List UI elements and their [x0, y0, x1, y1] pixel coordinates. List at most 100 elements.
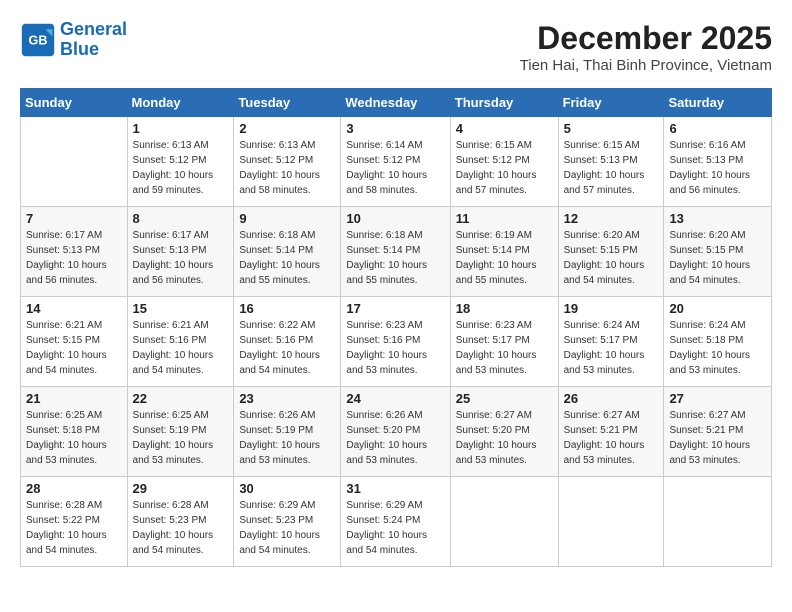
calendar-cell: 2 Sunrise: 6:13 AM Sunset: 5:12 PM Daylig… [234, 117, 341, 207]
day-info: Sunrise: 6:15 AM Sunset: 5:12 PM Dayligh… [456, 138, 553, 198]
weekday-header-saturday: Saturday [664, 89, 772, 117]
day-info: Sunrise: 6:18 AM Sunset: 5:14 PM Dayligh… [346, 228, 444, 288]
day-info: Sunrise: 6:27 AM Sunset: 5:21 PM Dayligh… [564, 408, 659, 468]
day-info: Sunrise: 6:17 AM Sunset: 5:13 PM Dayligh… [133, 228, 229, 288]
day-number: 9 [239, 211, 335, 226]
day-number: 12 [564, 211, 659, 226]
day-number: 4 [456, 121, 553, 136]
calendar-cell: 26 Sunrise: 6:27 AM Sunset: 5:21 PM Dayli… [558, 387, 664, 477]
calendar-table: SundayMondayTuesdayWednesdayThursdayFrid… [20, 88, 772, 567]
calendar-cell: 17 Sunrise: 6:23 AM Sunset: 5:16 PM Dayli… [341, 297, 450, 387]
logo-text: General Blue [60, 20, 127, 60]
calendar-cell: 25 Sunrise: 6:27 AM Sunset: 5:20 PM Dayli… [450, 387, 558, 477]
day-info: Sunrise: 6:29 AM Sunset: 5:23 PM Dayligh… [239, 498, 335, 558]
calendar-cell [21, 117, 128, 207]
calendar-cell: 9Sunrise: 6:18 AM Sunset: 5:14 PM Daylig… [234, 207, 341, 297]
weekday-header-thursday: Thursday [450, 89, 558, 117]
day-number: 13 [669, 211, 766, 226]
day-number: 10 [346, 211, 444, 226]
calendar-cell: 20Sunrise: 6:24 AM Sunset: 5:18 PM Dayli… [664, 297, 772, 387]
calendar-cell: 5Sunrise: 6:15 AM Sunset: 5:13 PM Daylig… [558, 117, 664, 207]
calendar-cell: 28Sunrise: 6:28 AM Sunset: 5:22 PM Dayli… [21, 477, 128, 567]
calendar-cell: 21 Sunrise: 6:25 AM Sunset: 5:18 PM Dayli… [21, 387, 128, 477]
day-info: Sunrise: 6:19 AM Sunset: 5:14 PM Dayligh… [456, 228, 553, 288]
day-info: Sunrise: 6:25 AM Sunset: 5:18 PM Dayligh… [26, 408, 122, 468]
calendar-cell: 7 Sunrise: 6:17 AM Sunset: 5:13 PM Daylig… [21, 207, 128, 297]
day-number: 22 [133, 391, 229, 406]
calendar-cell: 12 Sunrise: 6:20 AM Sunset: 5:15 PM Dayli… [558, 207, 664, 297]
day-number: 8 [133, 211, 229, 226]
calendar-cell: 31 Sunrise: 6:29 AM Sunset: 5:24 PM Dayli… [341, 477, 450, 567]
day-info: Sunrise: 6:21 AM Sunset: 5:15 PM Dayligh… [26, 318, 122, 378]
day-number: 6 [669, 121, 766, 136]
day-info: Sunrise: 6:13 AM Sunset: 5:12 PM Dayligh… [239, 138, 335, 198]
day-info: Sunrise: 6:29 AM Sunset: 5:24 PM Dayligh… [346, 498, 444, 558]
day-number: 26 [564, 391, 659, 406]
day-number: 14 [26, 301, 122, 316]
day-number: 18 [456, 301, 553, 316]
day-info: Sunrise: 6:28 AM Sunset: 5:23 PM Dayligh… [133, 498, 229, 558]
calendar-cell: 24 Sunrise: 6:26 AM Sunset: 5:20 PM Dayli… [341, 387, 450, 477]
svg-text:GB: GB [29, 33, 48, 47]
title-block: December 2025 Tien Hai, Thai Binh Provin… [520, 20, 772, 74]
day-number: 7 [26, 211, 122, 226]
day-number: 29 [133, 481, 229, 496]
day-number: 5 [564, 121, 659, 136]
calendar-cell: 8 Sunrise: 6:17 AM Sunset: 5:13 PM Daylig… [127, 207, 234, 297]
day-number: 19 [564, 301, 659, 316]
logo: GB General Blue [20, 20, 127, 60]
day-number: 27 [669, 391, 766, 406]
day-info: Sunrise: 6:14 AM Sunset: 5:12 PM Dayligh… [346, 138, 444, 198]
calendar-cell: 1Sunrise: 6:13 AM Sunset: 5:12 PM Daylig… [127, 117, 234, 207]
weekday-header-tuesday: Tuesday [234, 89, 341, 117]
day-info: Sunrise: 6:16 AM Sunset: 5:13 PM Dayligh… [669, 138, 766, 198]
day-number: 15 [133, 301, 229, 316]
calendar-cell: 29 Sunrise: 6:28 AM Sunset: 5:23 PM Dayli… [127, 477, 234, 567]
day-info: Sunrise: 6:23 AM Sunset: 5:16 PM Dayligh… [346, 318, 444, 378]
day-info: Sunrise: 6:24 AM Sunset: 5:17 PM Dayligh… [564, 318, 659, 378]
calendar-cell: 14 Sunrise: 6:21 AM Sunset: 5:15 PM Dayli… [21, 297, 128, 387]
calendar-cell: 23 Sunrise: 6:26 AM Sunset: 5:19 PM Dayli… [234, 387, 341, 477]
day-number: 21 [26, 391, 122, 406]
calendar-cell: 4 Sunrise: 6:15 AM Sunset: 5:12 PM Daylig… [450, 117, 558, 207]
day-number: 11 [456, 211, 553, 226]
calendar-cell: 30 Sunrise: 6:29 AM Sunset: 5:23 PM Dayli… [234, 477, 341, 567]
day-number: 20 [669, 301, 766, 316]
weekday-header-wednesday: Wednesday [341, 89, 450, 117]
day-info: Sunrise: 6:21 AM Sunset: 5:16 PM Dayligh… [133, 318, 229, 378]
calendar-cell: 11 Sunrise: 6:19 AM Sunset: 5:14 PM Dayli… [450, 207, 558, 297]
calendar-cell: 16Sunrise: 6:22 AM Sunset: 5:16 PM Dayli… [234, 297, 341, 387]
day-info: Sunrise: 6:17 AM Sunset: 5:13 PM Dayligh… [26, 228, 122, 288]
day-info: Sunrise: 6:26 AM Sunset: 5:20 PM Dayligh… [346, 408, 444, 468]
day-number: 3 [346, 121, 444, 136]
day-number: 2 [239, 121, 335, 136]
location-title: Tien Hai, Thai Binh Province, Vietnam [520, 57, 772, 74]
calendar-cell: 18Sunrise: 6:23 AM Sunset: 5:17 PM Dayli… [450, 297, 558, 387]
calendar-cell: 15 Sunrise: 6:21 AM Sunset: 5:16 PM Dayli… [127, 297, 234, 387]
day-number: 17 [346, 301, 444, 316]
calendar-cell: 22 Sunrise: 6:25 AM Sunset: 5:19 PM Dayli… [127, 387, 234, 477]
calendar-cell: 13Sunrise: 6:20 AM Sunset: 5:15 PM Dayli… [664, 207, 772, 297]
day-info: Sunrise: 6:20 AM Sunset: 5:15 PM Dayligh… [564, 228, 659, 288]
month-title: December 2025 [520, 20, 772, 57]
day-info: Sunrise: 6:26 AM Sunset: 5:19 PM Dayligh… [239, 408, 335, 468]
day-number: 1 [133, 121, 229, 136]
day-number: 24 [346, 391, 444, 406]
day-info: Sunrise: 6:27 AM Sunset: 5:21 PM Dayligh… [669, 408, 766, 468]
weekday-header-monday: Monday [127, 89, 234, 117]
calendar-cell [450, 477, 558, 567]
calendar-cell: 3 Sunrise: 6:14 AM Sunset: 5:12 PM Daylig… [341, 117, 450, 207]
calendar-cell: 10 Sunrise: 6:18 AM Sunset: 5:14 PM Dayli… [341, 207, 450, 297]
calendar-cell [558, 477, 664, 567]
day-number: 25 [456, 391, 553, 406]
calendar-cell: 27 Sunrise: 6:27 AM Sunset: 5:21 PM Dayli… [664, 387, 772, 477]
day-number: 30 [239, 481, 335, 496]
day-info: Sunrise: 6:28 AM Sunset: 5:22 PM Dayligh… [26, 498, 122, 558]
day-info: Sunrise: 6:25 AM Sunset: 5:19 PM Dayligh… [133, 408, 229, 468]
weekday-header-sunday: Sunday [21, 89, 128, 117]
day-number: 23 [239, 391, 335, 406]
day-info: Sunrise: 6:27 AM Sunset: 5:20 PM Dayligh… [456, 408, 553, 468]
day-number: 31 [346, 481, 444, 496]
calendar-cell: 6 Sunrise: 6:16 AM Sunset: 5:13 PM Daylig… [664, 117, 772, 207]
calendar-cell: 19 Sunrise: 6:24 AM Sunset: 5:17 PM Dayli… [558, 297, 664, 387]
